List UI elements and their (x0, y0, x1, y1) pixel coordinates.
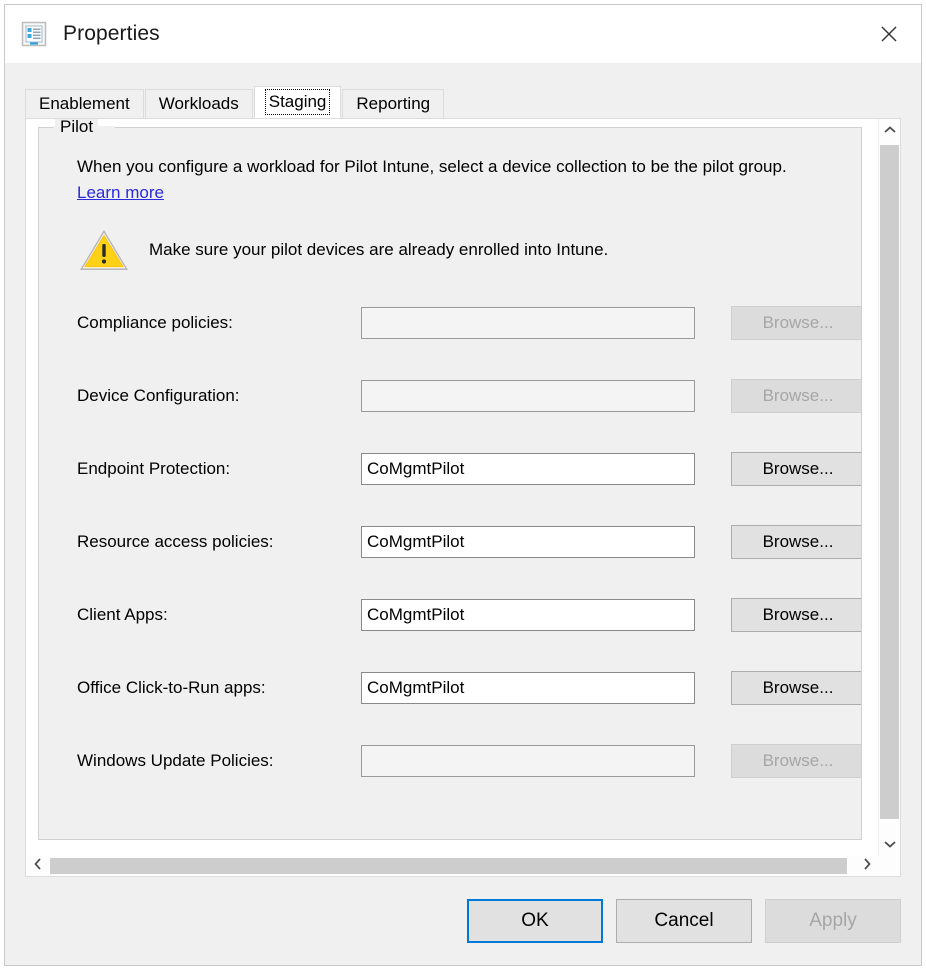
office-click-to-run-apps-input[interactable] (361, 672, 695, 704)
tab-staging[interactable]: Staging (254, 86, 342, 118)
title-bar: Properties (5, 5, 921, 63)
chevron-left-icon (33, 857, 43, 876)
client-apps-browse-button[interactable]: Browse... (731, 598, 861, 632)
chevron-right-icon (862, 857, 872, 876)
scroll-down-button[interactable] (879, 833, 900, 857)
warning-triangle-icon (77, 227, 131, 273)
ok-button[interactable]: OK (467, 899, 603, 943)
tab-workloads[interactable]: Workloads (145, 89, 253, 118)
tab-page-staging: Pilot When you configure a workload for … (25, 118, 901, 877)
dialog-button-bar: OK Cancel Apply (5, 877, 921, 965)
chevron-up-icon (883, 122, 897, 140)
chevron-down-icon (883, 836, 897, 854)
vertical-scrollbar[interactable] (878, 119, 900, 857)
tab-reporting[interactable]: Reporting (342, 89, 444, 118)
device-configuration-input[interactable] (361, 380, 695, 412)
horizontal-scrollbar[interactable] (26, 856, 878, 876)
vertical-scroll-track[interactable] (879, 143, 900, 833)
row-client-apps: Client Apps: Browse... (77, 591, 835, 638)
apply-button[interactable]: Apply (765, 899, 901, 943)
compliance-policies-input[interactable] (361, 307, 695, 339)
tab-label: Workloads (159, 94, 239, 114)
compliance-policies-browse-button[interactable]: Browse... (731, 306, 861, 340)
scrollbar-corner (878, 856, 900, 876)
device-configuration-browse-button[interactable]: Browse... (731, 379, 861, 413)
warning-banner: Make sure your pilot devices are already… (77, 227, 835, 273)
pilot-description: When you configure a workload for Pilot … (77, 154, 835, 179)
properties-window-icon (21, 21, 47, 47)
resource-access-policies-input[interactable] (361, 526, 695, 558)
windows-update-policies-input[interactable] (361, 745, 695, 777)
tab-enablement[interactable]: Enablement (25, 89, 144, 118)
tab-label: Reporting (356, 94, 430, 114)
page-title: Properties (63, 22, 160, 46)
row-label: Resource access policies: (77, 532, 361, 552)
vertical-scroll-thumb[interactable] (880, 145, 899, 819)
horizontal-scroll-thumb[interactable] (50, 858, 847, 874)
tab-strip-container: Enablement Workloads Staging Reporting (5, 63, 921, 118)
row-label: Device Configuration: (77, 386, 361, 406)
endpoint-protection-input[interactable] (361, 453, 695, 485)
row-label: Compliance policies: (77, 313, 361, 333)
horizontal-scroll-track[interactable] (49, 856, 855, 876)
pilot-group-box: Pilot When you configure a workload for … (38, 127, 862, 840)
tab-label: Enablement (39, 94, 130, 114)
windows-update-policies-browse-button[interactable]: Browse... (731, 744, 861, 778)
row-windows-update-policies: Windows Update Policies: Browse... (77, 737, 835, 784)
row-label: Client Apps: (77, 605, 361, 625)
scroll-host: Pilot When you configure a workload for … (26, 119, 900, 876)
row-label: Windows Update Policies: (77, 751, 361, 771)
warning-text: Make sure your pilot devices are already… (149, 240, 608, 260)
row-resource-access-policies: Resource access policies: Browse... (77, 518, 835, 565)
row-device-configuration: Device Configuration: Browse... (77, 372, 835, 419)
pilot-collection-rows: Compliance policies: Browse... Device Co… (77, 299, 835, 784)
tab-strip: Enablement Workloads Staging Reporting (25, 87, 901, 118)
endpoint-protection-browse-button[interactable]: Browse... (731, 452, 861, 486)
office-click-to-run-apps-browse-button[interactable]: Browse... (731, 671, 861, 705)
scroll-up-button[interactable] (879, 119, 900, 143)
close-button[interactable] (857, 5, 921, 62)
resource-access-policies-browse-button[interactable]: Browse... (731, 525, 861, 559)
row-endpoint-protection: Endpoint Protection: Browse... (77, 445, 835, 492)
tab-label: Staging (268, 92, 328, 112)
client-apps-input[interactable] (361, 599, 695, 631)
row-office-click-to-run-apps: Office Click-to-Run apps: Browse... (77, 664, 835, 711)
close-icon (878, 23, 900, 45)
scroll-right-button[interactable] (855, 856, 878, 876)
row-label: Endpoint Protection: (77, 459, 361, 479)
learn-more-link[interactable]: Learn more (77, 183, 164, 203)
properties-dialog: Properties Enablement Workloads Staging … (4, 4, 922, 966)
row-compliance-policies: Compliance policies: Browse... (77, 299, 835, 346)
row-label: Office Click-to-Run apps: (77, 678, 361, 698)
pilot-group-content: When you configure a workload for Pilot … (39, 128, 861, 839)
cancel-button[interactable]: Cancel (616, 899, 752, 943)
scroll-left-button[interactable] (26, 856, 49, 876)
